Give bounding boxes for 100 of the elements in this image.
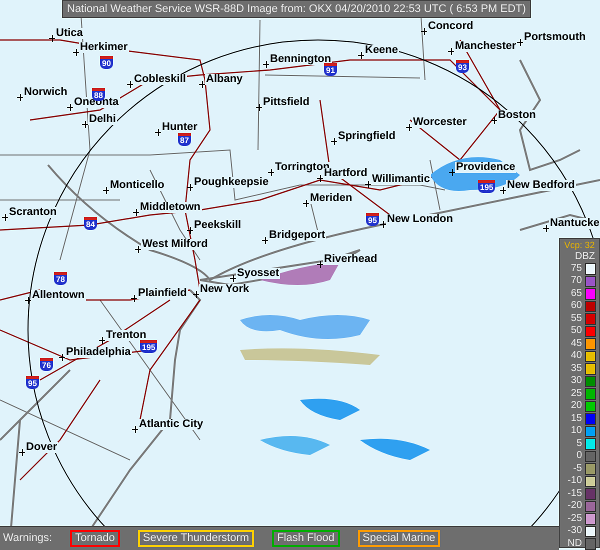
- level-label: -5: [573, 464, 582, 474]
- city-marker-icon: [73, 49, 80, 56]
- city-marker-icon: [317, 175, 324, 182]
- level-label: 10: [570, 426, 582, 436]
- city-marker-icon: [131, 295, 138, 302]
- level-label: 30: [570, 376, 582, 386]
- city-marker-icon: [421, 28, 428, 35]
- level-label: 75: [570, 264, 582, 274]
- city-label: Keene: [364, 45, 400, 56]
- city-marker-icon: [132, 426, 139, 433]
- city-marker-icon: [358, 52, 365, 59]
- city-label: Pittsfield: [262, 97, 310, 108]
- city-label: Bennington: [269, 54, 332, 65]
- interstate-shield: 195: [140, 340, 158, 353]
- level-label: 65: [570, 288, 582, 299]
- level-label: -30: [568, 526, 582, 536]
- city-marker-icon: [49, 35, 56, 42]
- city-label: Riverhead: [323, 254, 378, 265]
- city-label: New London: [386, 214, 454, 225]
- city-marker-icon: [256, 104, 263, 111]
- city-marker-icon: [448, 48, 455, 55]
- level-label: 50: [570, 326, 582, 336]
- city-marker-icon: [133, 209, 140, 216]
- city-label: Boston: [497, 110, 537, 121]
- interstate-shield: 95: [26, 376, 39, 389]
- level-label: 35: [570, 364, 582, 374]
- city-marker-icon: [449, 169, 456, 176]
- city-marker-icon: [517, 39, 524, 46]
- city-label: Herkimer: [79, 42, 129, 53]
- city-marker-icon: [380, 221, 387, 228]
- city-label: Philadelphia: [65, 347, 132, 358]
- city-label: Manchester: [454, 41, 518, 52]
- city-label: Bridgeport: [268, 230, 326, 241]
- city-label: New York: [199, 284, 250, 295]
- city-label: Providence: [455, 162, 516, 173]
- city-marker-icon: [187, 227, 194, 234]
- city-marker-icon: [127, 81, 134, 88]
- city-label: Cobleskill: [133, 74, 187, 85]
- interstate-shield: 87: [178, 133, 191, 146]
- city-label: Meriden: [309, 193, 354, 204]
- city-label: Peekskill: [193, 220, 242, 231]
- warning-type-label: Flash Flood: [272, 530, 340, 547]
- city-marker-icon: [135, 246, 142, 253]
- level-label: 5: [576, 438, 582, 449]
- city-marker-icon: [25, 297, 32, 304]
- warning-type-label: Severe Thunderstorm: [138, 530, 254, 547]
- city-marker-icon: [263, 61, 270, 68]
- city-label: Syosset: [236, 268, 280, 279]
- city-marker-icon: [193, 291, 200, 298]
- city-label: Norwich: [23, 87, 68, 98]
- city-marker-icon: [365, 181, 372, 188]
- city-label: Albany: [205, 74, 244, 85]
- city-marker-icon: [103, 187, 110, 194]
- level-label: ND: [568, 538, 582, 549]
- level-label: 20: [570, 401, 582, 412]
- image-title: National Weather Service WSR-88D Image from: OKX 04/20/2010 22:53 UTC ( 6:53 PM EDT): [62, 0, 531, 18]
- warning-type-label: Special Marine: [358, 530, 440, 547]
- city-label: Hunter: [161, 122, 198, 133]
- city-marker-icon: [268, 169, 275, 176]
- city-marker-icon: [82, 121, 89, 128]
- city-label: Dover: [25, 442, 58, 453]
- city-marker-icon: [187, 184, 194, 191]
- level-label: 60: [570, 301, 582, 312]
- interstate-shield: 195: [478, 180, 496, 193]
- city-label: Atlantic City: [138, 419, 204, 430]
- level-label: 70: [570, 276, 582, 286]
- level-label: -25: [568, 514, 582, 524]
- city-marker-icon: [317, 261, 324, 268]
- interstate-shield: 78: [54, 272, 67, 285]
- city-marker-icon: [230, 275, 237, 282]
- city-label: Utica: [55, 28, 84, 39]
- city-marker-icon: [155, 129, 162, 136]
- level-label: 0: [576, 451, 582, 462]
- city-label: Allentown: [31, 290, 86, 301]
- level-label: 55: [570, 314, 582, 324]
- city-marker-icon: [406, 124, 413, 131]
- city-label: Plainfield: [137, 288, 188, 299]
- warnings-label: Warnings:: [3, 531, 52, 546]
- city-marker-icon: [2, 214, 9, 221]
- city-label: New Bedford: [506, 180, 576, 191]
- level-label: -20: [568, 501, 582, 512]
- city-label: Trenton: [105, 330, 148, 341]
- city-label: Delhi: [88, 114, 117, 125]
- city-marker-icon: [19, 449, 26, 456]
- level-label: 40: [570, 351, 582, 362]
- city-marker-icon: [199, 81, 206, 88]
- city-marker-icon: [331, 138, 338, 145]
- city-label: Scranton: [8, 207, 58, 218]
- city-label: Concord: [427, 21, 474, 32]
- city-label: Portsmouth: [523, 32, 587, 43]
- city-label: West Milford: [141, 239, 209, 250]
- unit-label: DBZ: [575, 251, 596, 263]
- city-label: Oneonta: [73, 97, 120, 108]
- city-marker-icon: [67, 104, 74, 111]
- vcp-label: Vcp: 32: [564, 240, 595, 251]
- city-label: Poughkeepsie: [193, 177, 270, 188]
- level-label: 45: [570, 338, 582, 349]
- interstate-shield: 76: [40, 358, 53, 371]
- city-label: Nantucke: [549, 218, 600, 229]
- city-label: Springfield: [337, 131, 396, 142]
